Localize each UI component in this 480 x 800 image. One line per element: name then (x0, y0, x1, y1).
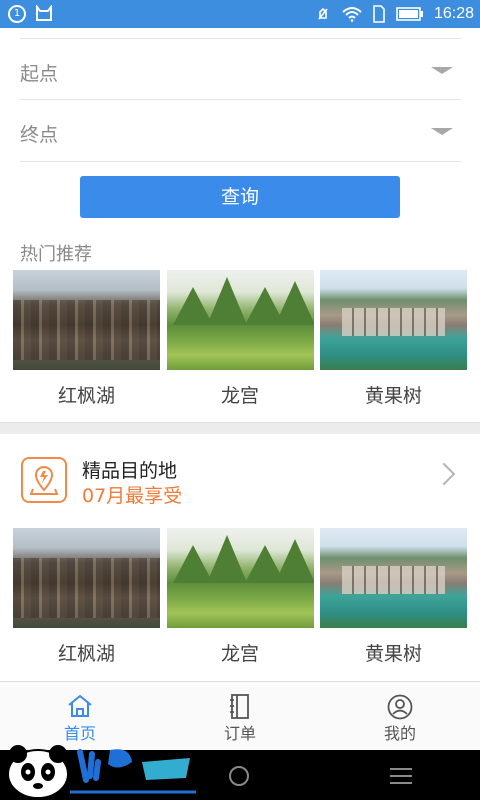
notebook-icon (230, 694, 249, 719)
home-icon (68, 694, 92, 717)
chevron-right-icon (432, 462, 456, 486)
destination-card[interactable]: 龙宫 (166, 270, 314, 422)
status-bar: 1 16:28 (0, 0, 480, 28)
notification-count-icon: 1 (8, 5, 26, 23)
user-icon (387, 694, 413, 720)
sim-icon (373, 5, 385, 23)
destination-name: 红枫湖 (57, 385, 115, 407)
destination-photo (166, 528, 314, 628)
destination-card[interactable]: 红枫湖 (13, 270, 160, 422)
dropdown-arrow-icon (431, 67, 453, 74)
destination-card[interactable]: 黄果树 (320, 270, 467, 422)
destination-card[interactable]: 龙宫 (166, 528, 314, 680)
map-pin-icon (21, 457, 67, 503)
watermark-logo (7, 745, 196, 799)
tab-profile[interactable]: 我的 (320, 682, 480, 750)
destination-photo (13, 270, 160, 370)
query-button[interactable]: 查询 (80, 176, 400, 218)
start-point-label: 起点 (20, 63, 59, 85)
home-circle-icon[interactable] (229, 766, 249, 786)
destination-photo (13, 528, 160, 628)
featured-subtitle: 07月最享受 (82, 485, 183, 507)
section-divider (0, 422, 480, 434)
tab-profile-label: 我的 (383, 724, 416, 743)
destination-name: 红枫湖 (57, 643, 115, 665)
destination-name: 黄果树 (364, 643, 422, 665)
dropdown-arrow-icon (431, 128, 453, 135)
battery-icon (396, 7, 423, 21)
cat-app-icon (36, 5, 52, 21)
silent-mode-icon (318, 7, 328, 20)
end-point-label: 终点 (20, 124, 59, 146)
destination-card[interactable]: 黄果树 (320, 528, 467, 680)
featured-destinations-list: 红枫湖 龙宫 黄果树 (13, 528, 467, 680)
featured-title: 精品目的地 (82, 460, 178, 482)
destination-card[interactable]: 红枫湖 (13, 528, 160, 680)
end-point-select[interactable]: 终点 (20, 100, 461, 162)
wifi-icon (342, 7, 362, 22)
start-point-select[interactable]: 起点 (20, 38, 461, 100)
clock: 16:28 (433, 5, 474, 22)
menu-icon[interactable] (390, 768, 412, 789)
destination-name: 龙宫 (220, 385, 259, 407)
destination-photo (166, 270, 314, 370)
featured-destinations-header[interactable]: 精品目的地 07月最享受 (0, 434, 480, 526)
hot-recommend-heading: 热门推荐 (20, 244, 92, 265)
destination-name: 黄果树 (364, 385, 422, 407)
hot-recommend-list: 红枫湖 龙宫 黄果树 (13, 270, 467, 422)
destination-photo (320, 528, 467, 628)
destination-name: 龙宫 (220, 643, 259, 665)
destination-photo (320, 270, 467, 370)
